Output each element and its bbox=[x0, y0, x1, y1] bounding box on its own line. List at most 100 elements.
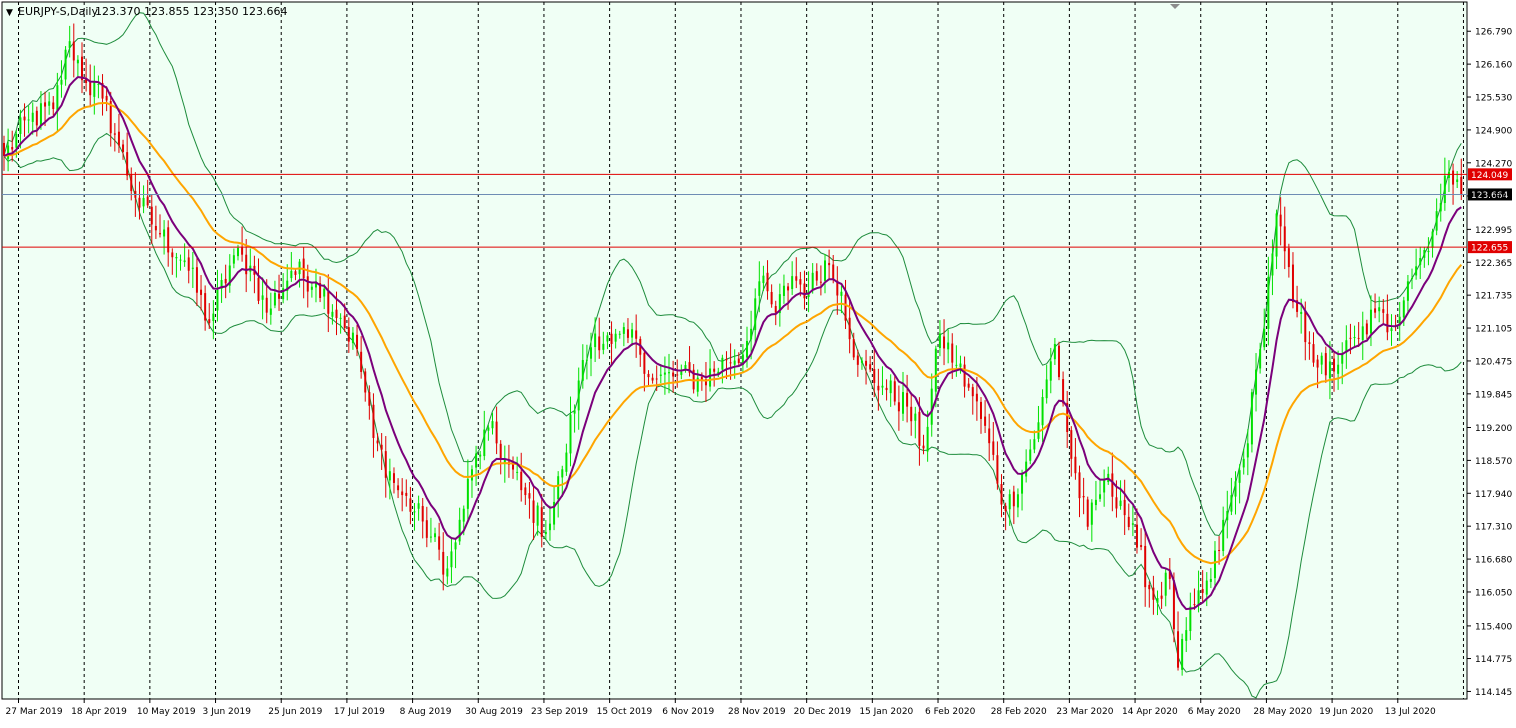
bull-candle-body bbox=[1021, 474, 1024, 494]
bear-candle-body bbox=[795, 276, 798, 281]
bear-candle-body bbox=[208, 319, 211, 324]
bull-candle-body bbox=[15, 133, 18, 148]
bull-candle-body bbox=[1119, 500, 1122, 507]
bull-candle-body bbox=[1246, 443, 1249, 458]
bear-candle-body bbox=[23, 116, 26, 121]
bear-candle-body bbox=[877, 385, 880, 391]
price-chart[interactable]: 124.049123.664122.655 126.790126.160125.… bbox=[0, 0, 1516, 724]
bull-candle-body bbox=[614, 333, 617, 342]
bull-candle-body bbox=[479, 454, 482, 457]
bull-candle-body bbox=[1103, 479, 1106, 493]
bull-candle-body bbox=[212, 313, 215, 322]
level-price-text: 122.655 bbox=[1471, 244, 1508, 254]
bull-candle-body bbox=[1099, 494, 1102, 499]
time-axis: 27 Mar 2019 18 Apr 2019 10 May 2019 3 Jun 2… bbox=[6, 699, 1436, 717]
bear-candle-body bbox=[368, 392, 371, 406]
bull-candle-body bbox=[93, 82, 96, 97]
bull-candle-body bbox=[491, 421, 494, 429]
bull-candle-body bbox=[450, 551, 453, 568]
bear-candle-body bbox=[1082, 496, 1085, 498]
bull-candle-body bbox=[183, 260, 186, 263]
bear-candle-body bbox=[1304, 310, 1307, 343]
bull-candle-body bbox=[1267, 276, 1270, 329]
bull-candle-body bbox=[429, 536, 432, 538]
bull-candle-body bbox=[142, 197, 145, 207]
bull-candle-body bbox=[56, 85, 59, 112]
bull-candle-body bbox=[1255, 369, 1258, 395]
bear-candle-body bbox=[409, 498, 412, 512]
bear-candle-body bbox=[1152, 587, 1155, 600]
bull-candle-body bbox=[1427, 250, 1430, 253]
bear-candle-body bbox=[729, 362, 732, 364]
bull-candle-body bbox=[434, 533, 437, 538]
y-tick-label: 119.200 bbox=[1475, 424, 1512, 434]
bear-candle-body bbox=[495, 421, 498, 444]
x-tick-label: 27 Mar 2019 bbox=[6, 707, 63, 717]
bull-candle-body bbox=[659, 374, 662, 376]
bull-candle-body bbox=[1415, 266, 1418, 276]
bull-candle-body bbox=[1053, 343, 1056, 360]
bull-candle-body bbox=[470, 469, 473, 481]
bear-candle-body bbox=[910, 406, 913, 422]
bull-candle-body bbox=[1045, 379, 1048, 399]
bear-candle-body bbox=[540, 507, 543, 537]
bull-candle-body bbox=[216, 289, 219, 311]
bear-candle-body bbox=[1070, 430, 1073, 459]
bull-candle-body bbox=[1271, 253, 1274, 276]
bear-candle-body bbox=[392, 473, 395, 483]
bear-candle-body bbox=[610, 333, 613, 344]
bull-candle-body bbox=[758, 281, 761, 296]
bear-candle-body bbox=[360, 351, 363, 372]
bear-candle-body bbox=[787, 286, 790, 291]
bull-candle-body bbox=[1250, 392, 1253, 445]
bear-candle-body bbox=[1312, 344, 1315, 363]
bull-candle-body bbox=[824, 260, 826, 281]
bull-candle-body bbox=[261, 295, 264, 300]
bull-candle-body bbox=[1131, 523, 1134, 525]
bull-candle-body bbox=[1238, 470, 1241, 483]
bull-candle-body bbox=[762, 275, 765, 284]
x-tick-label: 14 Apr 2020 bbox=[1122, 707, 1178, 717]
bear-candle-body bbox=[499, 443, 502, 460]
menu-arrow-icon[interactable]: ▼ bbox=[6, 8, 13, 18]
bear-candle-body bbox=[364, 371, 367, 393]
bear-candle-body bbox=[356, 334, 359, 350]
bear-candle-body bbox=[1324, 353, 1327, 376]
bear-candle-body bbox=[130, 174, 133, 192]
bull-candle-body bbox=[1431, 231, 1434, 248]
bear-candle-body bbox=[438, 536, 441, 550]
bull-candle-body bbox=[577, 380, 580, 411]
bull-candle-body bbox=[557, 476, 560, 500]
bear-candle-body bbox=[672, 372, 675, 377]
bull-candle-body bbox=[1439, 203, 1442, 212]
bull-candle-body bbox=[454, 542, 457, 550]
bull-candle-body bbox=[622, 327, 625, 334]
bull-candle-body bbox=[1423, 249, 1426, 258]
bull-candle-body bbox=[914, 413, 917, 421]
bear-candle-body bbox=[897, 402, 900, 412]
bear-candle-body bbox=[35, 110, 38, 126]
bear-candle-body bbox=[848, 317, 851, 340]
bear-candle-body bbox=[766, 272, 769, 292]
bull-candle-body bbox=[179, 259, 182, 261]
y-tick-label: 124.900 bbox=[1475, 126, 1512, 136]
x-tick-label: 17 Jul 2019 bbox=[334, 707, 385, 717]
bear-candle-body bbox=[815, 271, 818, 281]
bull-candle-body bbox=[323, 288, 326, 297]
bull-candle-body bbox=[1443, 175, 1446, 204]
bear-candle-body bbox=[200, 289, 203, 295]
bull-candle-body bbox=[663, 372, 666, 375]
bull-candle-body bbox=[76, 59, 79, 64]
bull-candle-body bbox=[1164, 572, 1167, 596]
bear-candle-body bbox=[126, 152, 129, 176]
bull-candle-body bbox=[1156, 598, 1159, 603]
bear-candle-body bbox=[655, 378, 658, 380]
x-tick-label: 6 Nov 2019 bbox=[662, 707, 714, 717]
bull-candle-body bbox=[97, 84, 100, 86]
bull-candle-body bbox=[1406, 281, 1409, 301]
bull-candle-body bbox=[955, 364, 958, 366]
bear-candle-body bbox=[626, 329, 629, 338]
bear-candle-body bbox=[996, 455, 999, 484]
chart-window[interactable]: 124.049 123.664 122.655 126.790 126.160 125.… bbox=[0, 0, 1516, 724]
y-tick-label: 119.845 bbox=[1475, 390, 1512, 400]
